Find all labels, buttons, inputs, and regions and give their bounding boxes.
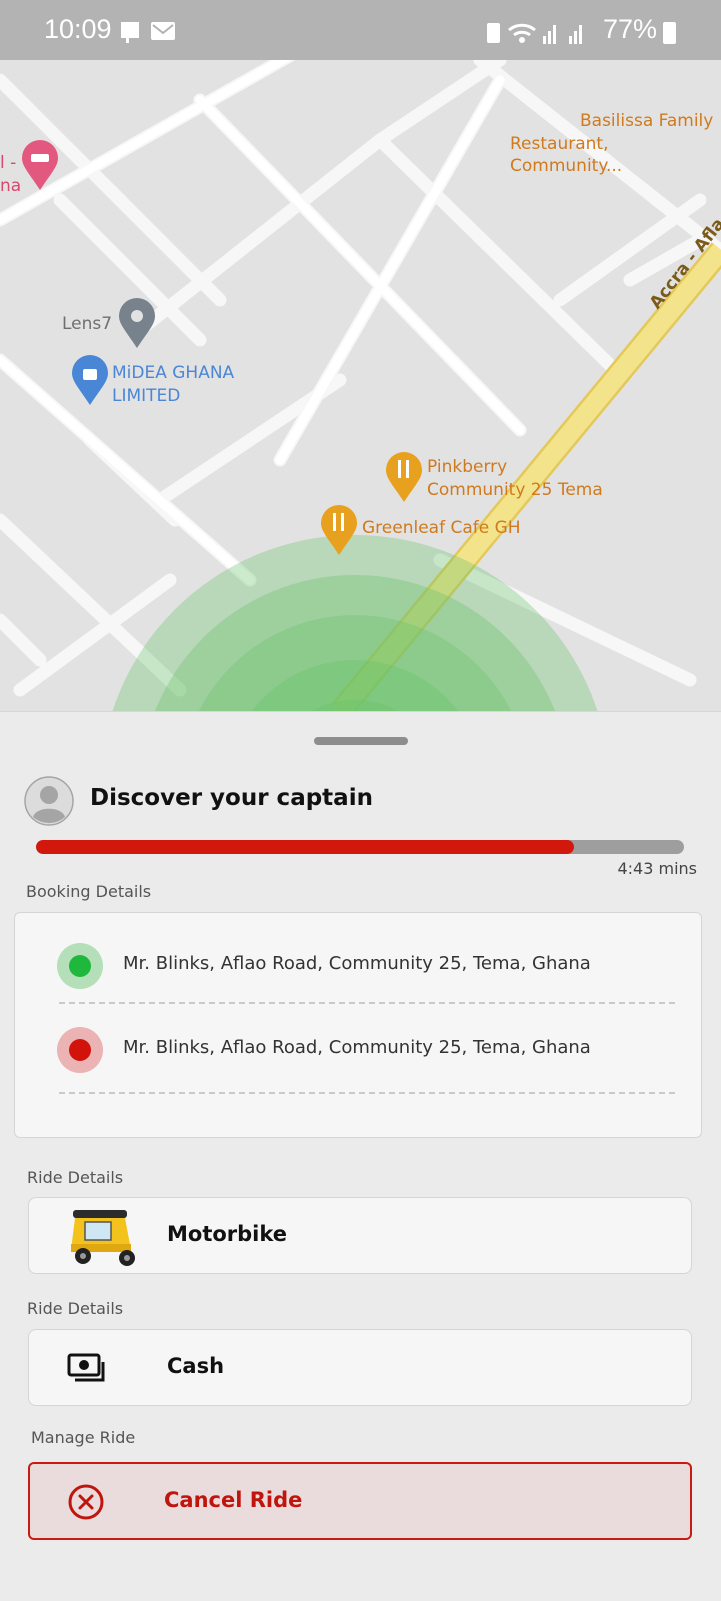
payment-details-label: Ride Details <box>27 1299 124 1318</box>
manage-ride-label: Manage Ride <box>31 1428 136 1447</box>
payment-method: Cash <box>167 1354 225 1378</box>
map-label-greenleaf[interactable]: Greenleaf Cafe GH <box>362 517 521 539</box>
booking-details-card: Mr. Blinks, Aflao Road, Community 25, Te… <box>14 912 702 1138</box>
pickup-row[interactable]: Mr. Blinks, Aflao Road, Community 25, Te… <box>15 941 701 991</box>
search-progress-bar <box>36 840 684 854</box>
ride-details-label: Ride Details <box>27 1168 124 1187</box>
booking-details-label: Booking Details <box>26 882 152 901</box>
captain-search-title: Discover your captain <box>90 785 373 811</box>
status-time: 10:09 <box>44 14 112 44</box>
battery-percent: 77% <box>603 14 658 44</box>
pickup-address: Mr. Blinks, Aflao Road, Community 25, Te… <box>123 953 591 974</box>
search-progress-fill <box>36 840 574 854</box>
map-label-pinkberry-2[interactable]: Community 25 Tema <box>427 479 603 501</box>
ride-bottom-sheet: Discover your captain 4:43 mins Booking … <box>0 711 721 1601</box>
status-bar: 10:09 77% <box>0 0 721 60</box>
battery-icon <box>663 22 676 44</box>
vehicle-card[interactable]: Motorbike <box>28 1197 692 1274</box>
dropoff-marker-icon <box>57 1027 103 1073</box>
map-label-pinkberry-1[interactable]: Pinkberry <box>427 456 507 478</box>
map-view[interactable]: Basilissa Family Restaurant, Community..… <box>0 0 721 712</box>
map-label-midea-1[interactable]: MiDEA GHANA <box>112 362 234 384</box>
map-label-midea-2[interactable]: LIMITED <box>112 385 180 407</box>
map-label-hotel-1[interactable]: l - <box>0 152 16 174</box>
map-roads <box>0 0 721 712</box>
close-circle-icon <box>68 1484 104 1520</box>
drag-handle[interactable] <box>314 737 408 745</box>
dropoff-dot <box>69 1039 91 1061</box>
vehicle-type: Motorbike <box>167 1222 288 1246</box>
notification-icons <box>121 22 175 43</box>
pickup-dot <box>69 955 91 977</box>
dropoff-address: Mr. Blinks, Aflao Road, Community 25, Te… <box>123 1037 591 1058</box>
divider <box>59 1002 675 1004</box>
map-label-hotel-2[interactable]: na <box>0 175 21 197</box>
cancel-ride-label: Cancel Ride <box>164 1488 303 1512</box>
cancel-ride-button[interactable]: Cancel Ride <box>28 1462 692 1540</box>
payment-card[interactable]: Cash <box>28 1329 692 1406</box>
tuk-tuk-icon <box>71 1210 135 1266</box>
pickup-marker-icon <box>57 943 103 989</box>
captain-avatar-icon <box>24 776 74 826</box>
map-label-basilissa-2[interactable]: Restaurant, Community... <box>510 133 721 177</box>
dropoff-row[interactable]: Mr. Blinks, Aflao Road, Community 25, Te… <box>15 1025 701 1075</box>
signal-wifi-icons <box>487 23 582 44</box>
eta-text: 4:43 mins <box>617 859 697 878</box>
cash-icon <box>67 1353 105 1382</box>
map-label-lens7[interactable]: Lens7 <box>62 313 112 335</box>
divider <box>59 1092 675 1094</box>
map-label-basilissa-1[interactable]: Basilissa Family <box>580 110 713 132</box>
